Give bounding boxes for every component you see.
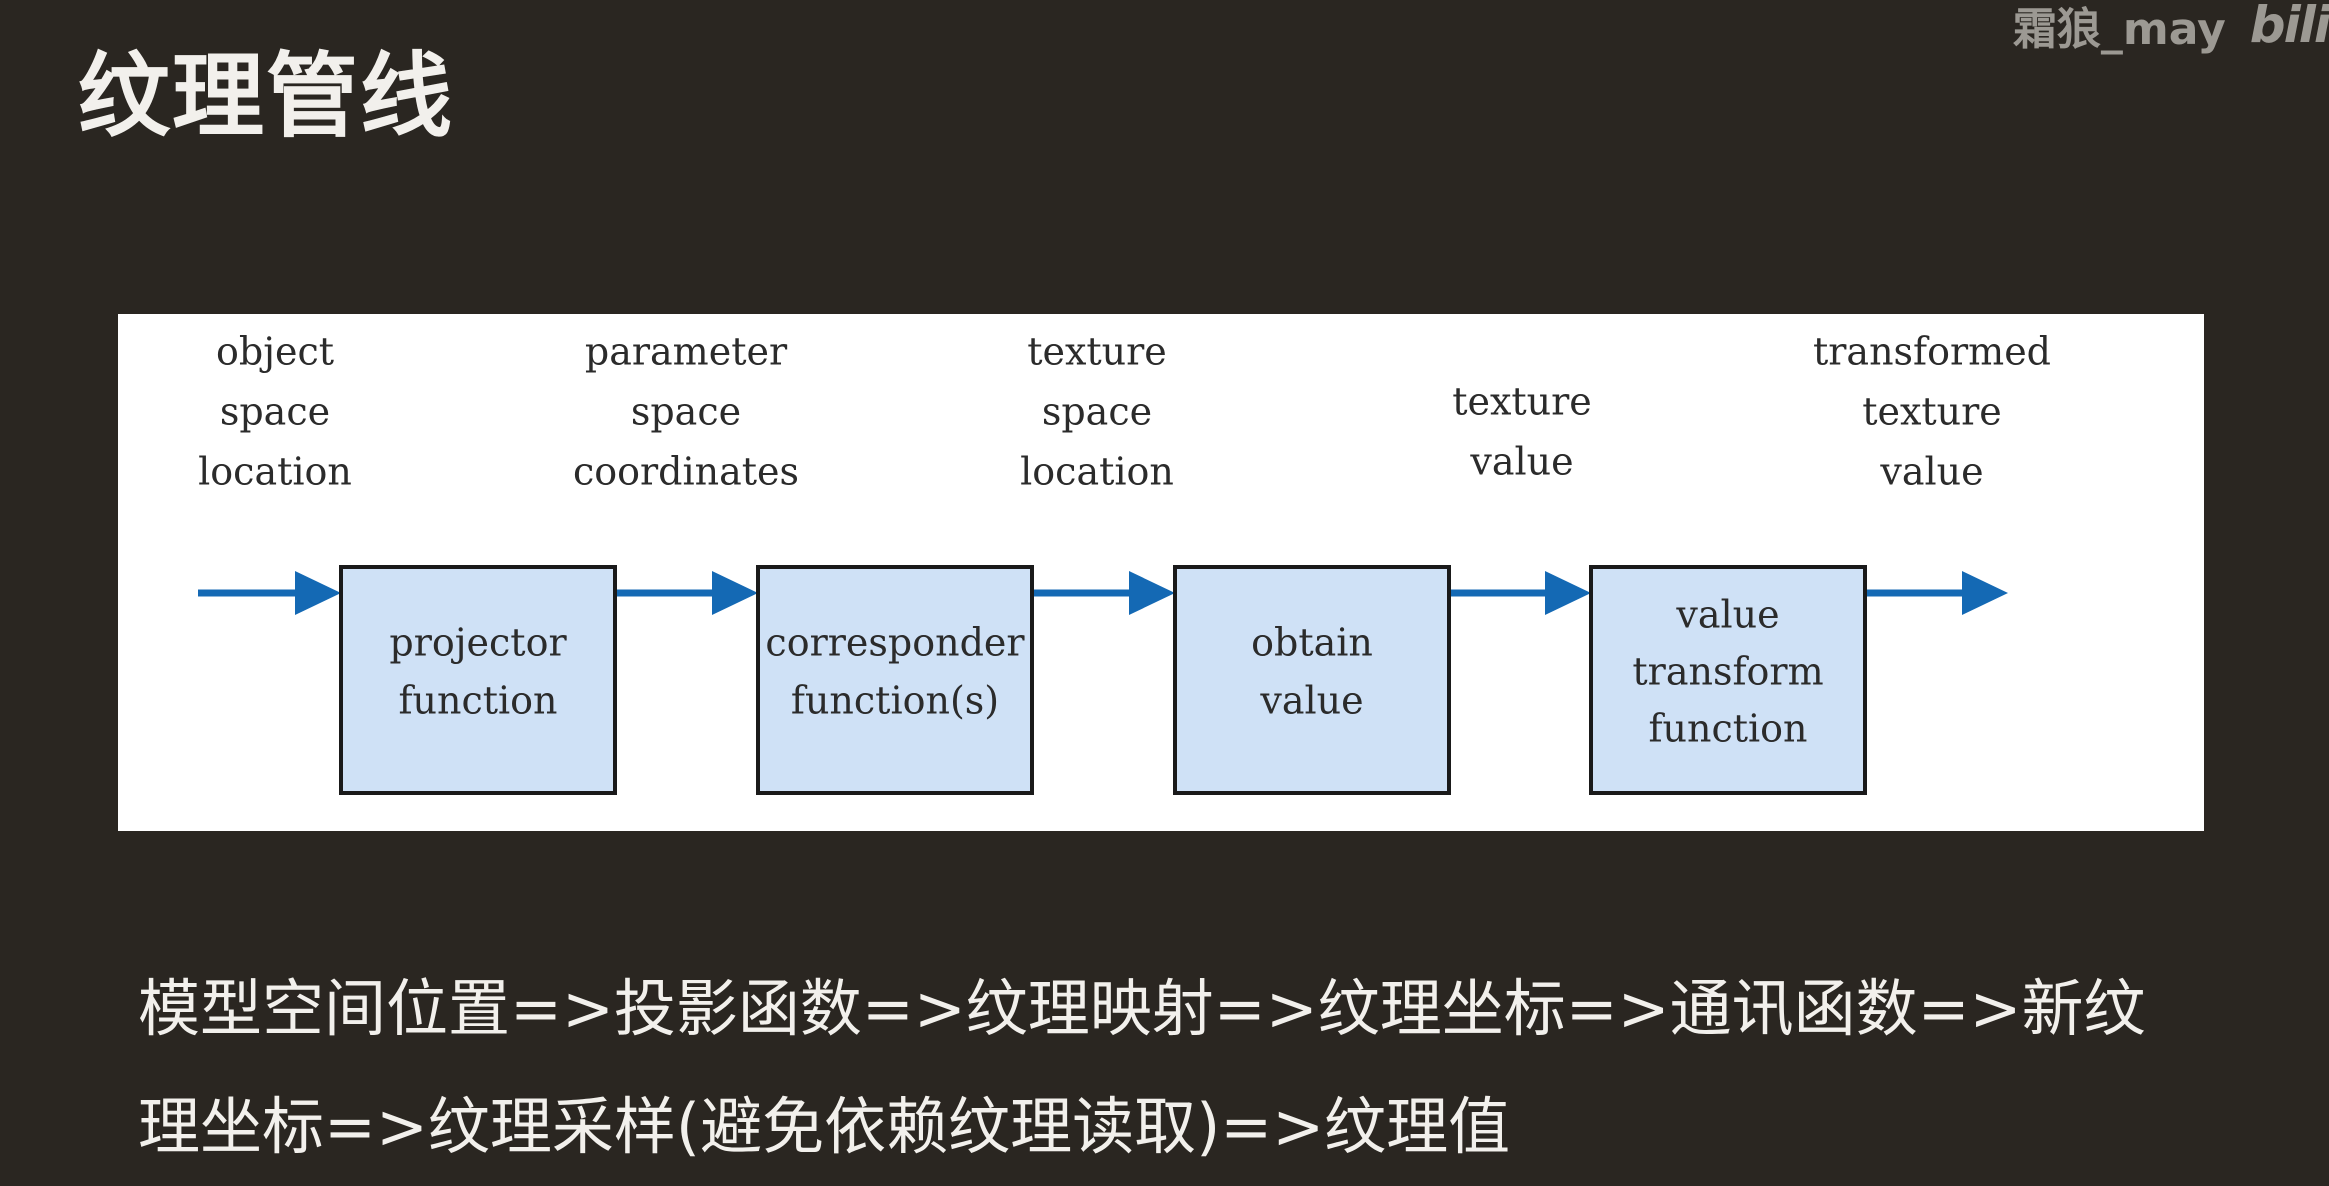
flow-label-object-space-location-line: object: [216, 330, 334, 374]
flow-label-texture-space-location-line: location: [1020, 450, 1174, 494]
flow-arrow: [1865, 571, 2008, 615]
pipeline-diagram: projector function corresponder function(s)…: [198, 330, 2051, 795]
flow-arrow-head-icon: [1545, 571, 1591, 615]
pipeline-box-label-line: function(s): [791, 679, 999, 723]
flow-label-texture-value-line: texture: [1452, 380, 1592, 424]
flow-label-texture-value: texture value: [1452, 380, 1592, 484]
flow-label-texture-space-location: texture space location: [1020, 330, 1174, 494]
flow-label-texture-value-line: value: [1469, 440, 1573, 484]
flow-label-texture-space-location-line: space: [1042, 390, 1152, 434]
watermark: 霜狼_may bili: [2013, 0, 2329, 55]
flow-label-parameter-space-coordinates: parameter space coordinates: [573, 330, 799, 494]
pipeline-box-label-line: value: [1675, 593, 1779, 637]
flow-arrow: [1032, 571, 1175, 615]
pipeline-box-label-line: projector: [389, 621, 567, 665]
flow-label-object-space-location-line: location: [198, 450, 352, 494]
pipeline-box-transform: value transform function: [1589, 565, 1867, 795]
bilibili-logo-icon: bili: [2249, 0, 2329, 54]
pipeline-box-label-line: function: [398, 679, 557, 723]
flow-label-parameter-space-coordinates-line: parameter: [585, 330, 788, 374]
flow-label-transformed-texture-value: transformed texture value: [1813, 330, 2051, 494]
flow-label-parameter-space-coordinates-line: space: [631, 390, 741, 434]
flow-label-transformed-texture-value-line: value: [1879, 450, 1983, 494]
flow-arrow-head-icon: [1962, 571, 2008, 615]
flow-label-transformed-texture-value-line: texture: [1862, 390, 2002, 434]
flow-arrow: [615, 571, 758, 615]
flow-label-transformed-texture-value-line: transformed: [1813, 330, 2051, 374]
slide-title: 纹理管线: [78, 43, 455, 150]
flow-label-texture-space-location-line: texture: [1027, 330, 1167, 374]
pipeline-box-label-line: obtain: [1251, 621, 1373, 665]
flow-arrow: [198, 571, 341, 615]
pipeline-box-label-line: value: [1259, 679, 1363, 723]
flow-arrow-head-icon: [1129, 571, 1175, 615]
watermark-author: 霜狼_may: [2012, 4, 2226, 55]
flow-arrow: [1449, 571, 1591, 615]
pipeline-box-projector: projector function: [339, 565, 617, 795]
flow-arrow-head-icon: [712, 571, 758, 615]
flow-label-object-space-location-line: space: [220, 390, 330, 434]
pipeline-caption: 模型空间位置=>投影函数=>纹理映射=>纹理坐标=>通讯函数=>新纹理坐标=>纹…: [138, 972, 2146, 1163]
flow-label-parameter-space-coordinates-line: coordinates: [573, 450, 799, 494]
pipeline-box-label-line: transform: [1632, 650, 1823, 694]
flow-arrow-head-icon: [295, 571, 341, 615]
pipeline-box-label-line: function: [1648, 707, 1807, 751]
pipeline-box-obtain: obtain value: [1173, 565, 1451, 795]
pipeline-box-corresponder: corresponder function(s): [756, 565, 1034, 795]
pipeline-box-label-line: corresponder: [765, 621, 1025, 665]
flow-label-object-space-location: object space location: [198, 330, 352, 494]
pipeline-figure: projector function corresponder function(s)…: [118, 314, 2204, 831]
